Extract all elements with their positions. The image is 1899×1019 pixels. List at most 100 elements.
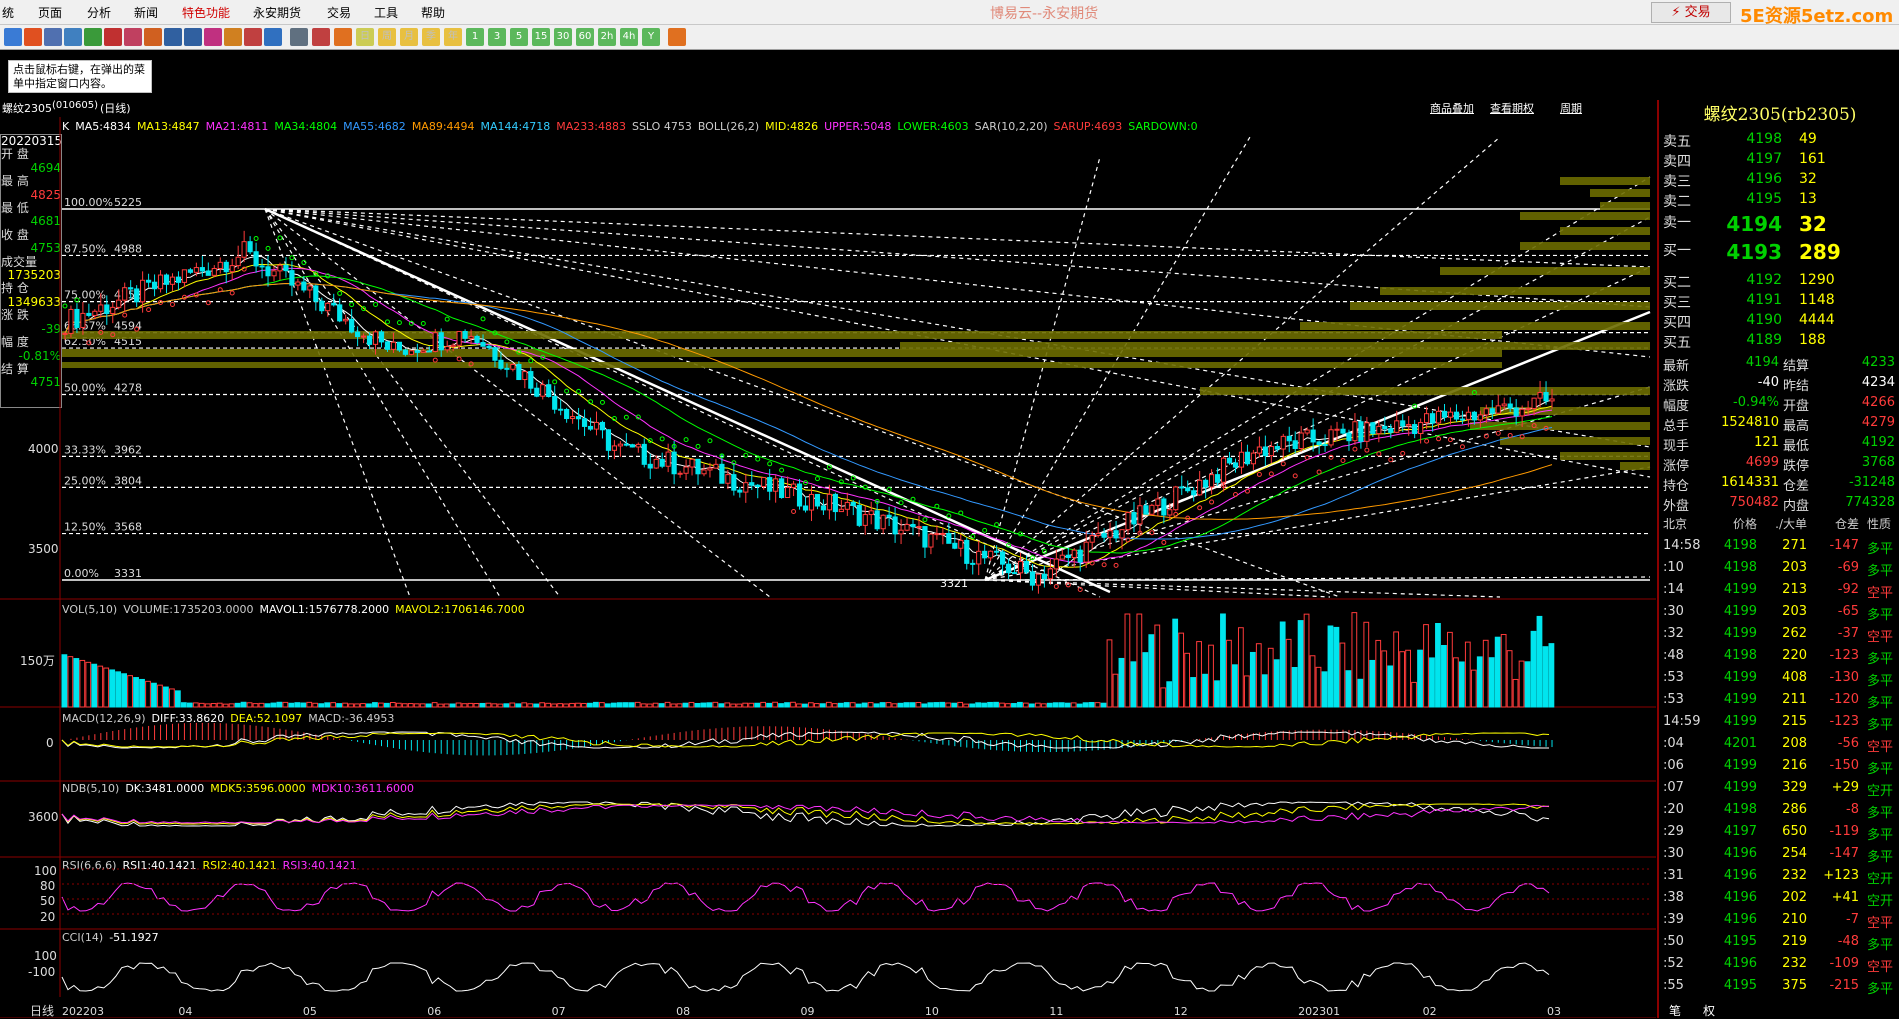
candle-body	[480, 342, 486, 347]
candle-body	[647, 463, 653, 469]
menu-system[interactable]: 统	[2, 4, 14, 21]
orderbook-row[interactable]: 卖四 4197 161	[1659, 151, 1899, 171]
period-week[interactable]: 周	[378, 28, 396, 46]
orderbook-row[interactable]: 卖一 4194 32	[1659, 212, 1899, 236]
period-custom[interactable]: Y	[642, 28, 660, 46]
quote-panel-title: 螺纹2305(rb2305)	[1703, 105, 1857, 125]
menu-features[interactable]: 特色功能	[182, 4, 230, 21]
period-3min[interactable]: 3	[488, 28, 506, 46]
volume-bar	[431, 702, 438, 708]
sar-dot	[1459, 444, 1465, 450]
toolbar: 日 周 月 季 年 1 3 5 15 30 60 2h 4h Y	[0, 25, 1899, 50]
candle-body	[856, 504, 862, 526]
volume-bar	[240, 701, 247, 708]
period-30min[interactable]: 30	[554, 28, 572, 46]
tick-nature: 多平	[1867, 828, 1894, 843]
stat-value: -31248	[1848, 475, 1895, 490]
candle-body	[564, 409, 570, 420]
candle-body	[420, 350, 426, 353]
sar-dot	[1053, 584, 1059, 590]
zoom-in-icon[interactable]	[164, 28, 182, 46]
tab-rights[interactable]: 权	[1703, 1002, 1715, 1019]
volume-profile-bar	[1600, 202, 1650, 210]
candle-body	[540, 384, 546, 397]
pen-icon[interactable]	[204, 28, 222, 46]
orderbook-price: 4195	[1746, 191, 1782, 207]
candle-body	[1537, 392, 1543, 399]
period-month[interactable]: 月	[400, 28, 418, 46]
menu-news[interactable]: 新闻	[134, 4, 158, 21]
tab-ticks[interactable]: 笔	[1669, 1002, 1681, 1019]
kline-chart-area[interactable]: 100.00%522587.50%498875.00%475266.67%459…	[0, 117, 1656, 1018]
news-icon[interactable]	[124, 28, 142, 46]
menu-page[interactable]: 页面	[38, 4, 62, 21]
period-year[interactable]: 年	[444, 28, 462, 46]
sar-dot	[599, 399, 605, 405]
period-quarter[interactable]: 季	[422, 28, 440, 46]
overlay-link[interactable]: 商品叠加	[1430, 100, 1474, 116]
calculator-icon[interactable]	[668, 28, 686, 46]
stat-label: 最低	[1783, 439, 1810, 454]
sar-dot	[396, 320, 402, 326]
settings-icon[interactable]	[264, 28, 282, 46]
menu-bar: 统 页面 分析 新闻 特色功能 永安期货 交易 工具 帮助 博易云--永安期货 …	[0, 0, 1899, 27]
quote-icon[interactable]	[104, 28, 122, 46]
period-link[interactable]: 周期	[1560, 100, 1582, 116]
zoom-out-icon[interactable]	[184, 28, 202, 46]
orderbook-price: 4192	[1746, 272, 1782, 288]
period-1min[interactable]: 1	[466, 28, 484, 46]
orderbook-row[interactable]: 买四 4190 4444	[1659, 312, 1899, 332]
orderbook-row[interactable]: 买三 4191 1148	[1659, 292, 1899, 312]
line-chart-icon[interactable]	[312, 28, 330, 46]
sar-dot	[564, 388, 570, 394]
pin-icon[interactable]	[244, 28, 262, 46]
search-icon[interactable]	[144, 28, 162, 46]
orderbook-row[interactable]: 卖五 4198 49	[1659, 131, 1899, 151]
table-icon[interactable]	[290, 28, 308, 46]
period-day[interactable]: 日	[356, 28, 374, 46]
chart-icon[interactable]	[84, 28, 102, 46]
menu-help[interactable]: 帮助	[421, 4, 445, 21]
period-15min[interactable]: 15	[532, 28, 550, 46]
candle-body	[719, 463, 725, 484]
volume-bar	[593, 701, 599, 708]
tick-nature: 多平	[1867, 608, 1894, 623]
options-link[interactable]: 查看期权	[1490, 100, 1534, 116]
trade-button[interactable]: ⚡ 交易	[1651, 2, 1731, 23]
volume-bar	[1106, 639, 1113, 708]
alarm-icon[interactable]	[224, 28, 242, 46]
indicator-icon[interactable]	[334, 28, 352, 46]
volume-bar	[700, 702, 707, 708]
period-4h[interactable]: 4h	[620, 28, 638, 46]
menu-analysis[interactable]: 分析	[87, 4, 111, 21]
period-5min[interactable]: 5	[510, 28, 528, 46]
tick-time: :30	[1663, 604, 1684, 619]
volume-bar	[151, 682, 157, 708]
list-icon[interactable]	[44, 28, 62, 46]
orderbook-row[interactable]: 买一 4193 289	[1659, 240, 1899, 264]
sar-dot	[1316, 469, 1322, 475]
period-2h[interactable]: 2h	[598, 28, 616, 46]
orderbook-row[interactable]: 卖二 4195 13	[1659, 191, 1899, 211]
orderbook-row[interactable]: 买五 4189 188	[1659, 332, 1899, 352]
menu-yongan[interactable]: 永安期货	[253, 4, 301, 21]
volume-bar	[1309, 655, 1316, 708]
grid-icon[interactable]	[64, 28, 82, 46]
orderbook-row[interactable]: 卖三 4196 32	[1659, 171, 1899, 191]
volume-bar	[67, 656, 74, 708]
orderbook-volume: 289	[1799, 240, 1841, 264]
menu-tools[interactable]: 工具	[374, 4, 398, 21]
volume-bar	[342, 702, 348, 708]
orderbook-row[interactable]: 买二 4192 1290	[1659, 272, 1899, 292]
tick-volume: 220	[1782, 648, 1807, 663]
period-60min[interactable]: 60	[576, 28, 594, 46]
volume-bar	[425, 703, 432, 708]
stat-label: 最高	[1783, 419, 1810, 434]
back-icon[interactable]	[4, 28, 22, 46]
home-icon[interactable]	[24, 28, 42, 46]
sar-dot	[982, 527, 988, 533]
candle-body	[1525, 408, 1531, 411]
candle-body	[175, 276, 182, 283]
menu-trade[interactable]: 交易	[327, 4, 351, 21]
orderbook-volume: 32	[1799, 212, 1827, 236]
